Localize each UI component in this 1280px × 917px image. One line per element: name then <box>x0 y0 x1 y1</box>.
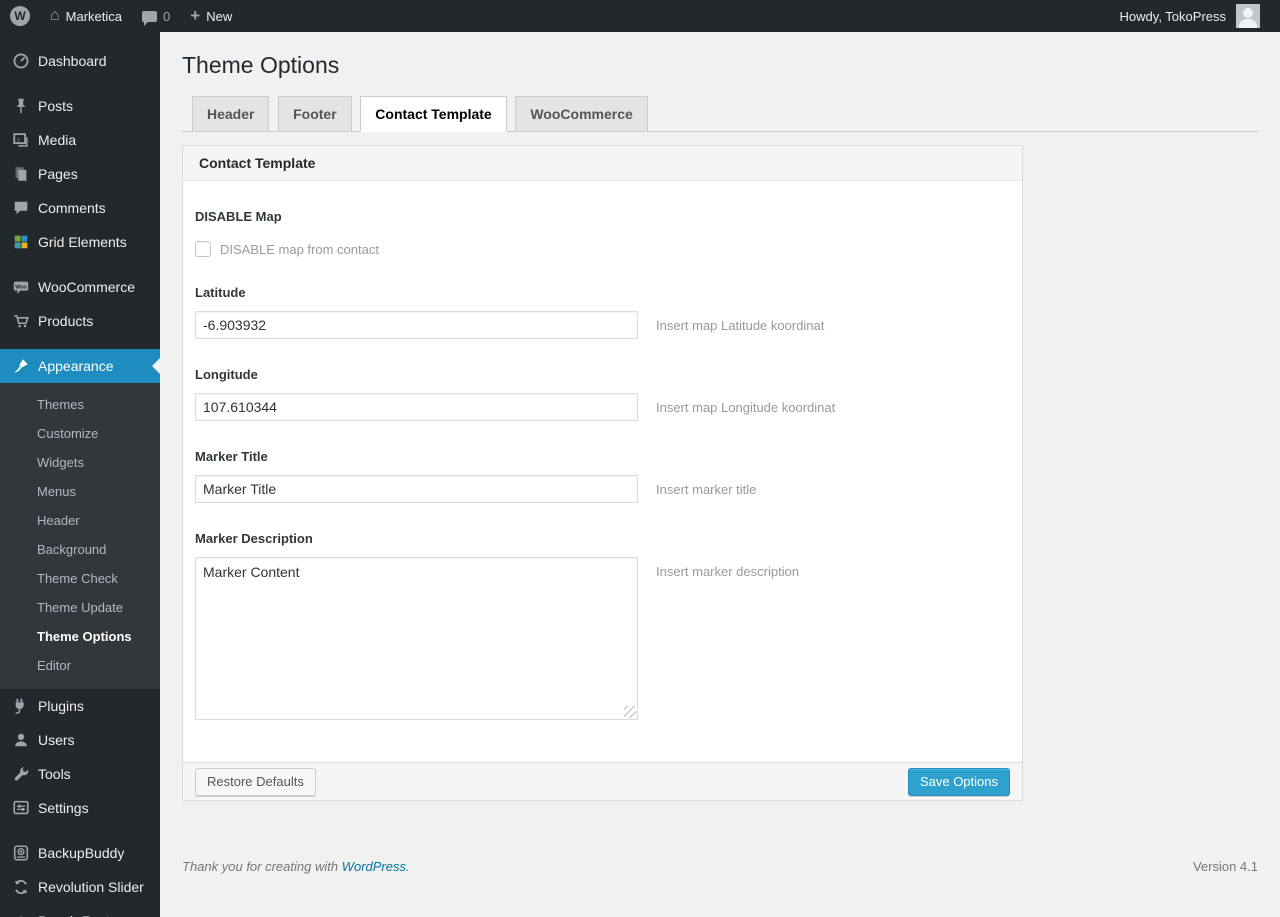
howdy-text: Howdy, TokoPress <box>1119 8 1226 24</box>
sidebar-item-appearance[interactable]: Appearance <box>0 349 160 383</box>
sidebar-item-tools[interactable]: Tools <box>0 757 160 791</box>
menu-separator <box>0 338 160 349</box>
sidebar-item-backupbuddy[interactable]: BackupBuddy <box>0 836 160 870</box>
svg-text:♪: ♪ <box>17 134 21 143</box>
page-title: Theme Options <box>182 52 340 78</box>
grid-elements-icon <box>11 232 31 252</box>
sidebar-item-plugins[interactable]: Plugins <box>0 689 160 723</box>
submenu-item-widgets[interactable]: Widgets <box>0 448 160 477</box>
comments-admin-link[interactable]: 0 <box>132 0 180 32</box>
disable-map-checkbox-label: DISABLE map from contact <box>220 241 379 257</box>
tab-footer[interactable]: Footer <box>278 96 352 132</box>
comment-icon <box>11 198 31 218</box>
footer-thanks-text: Thank you for creating with WordPress. <box>182 859 410 874</box>
brush-icon <box>11 356 31 376</box>
latitude-label: Latitude <box>195 285 246 300</box>
marker-description-description: Insert marker description <box>656 564 800 579</box>
save-options-button[interactable]: Save Options <box>907 767 1010 796</box>
submenu-item-editor[interactable]: Editor <box>0 651 160 680</box>
restore-defaults-button[interactable]: Restore Defaults <box>195 767 316 796</box>
contact-template-panel: Contact Template DISABLE Map DISABLE map… <box>182 145 1023 801</box>
submenu-item-theme-options[interactable]: Theme Options <box>0 622 160 651</box>
sidebar-item-products[interactable]: Products <box>0 304 160 338</box>
menu-separator <box>0 78 160 89</box>
backup-icon <box>11 843 31 863</box>
appearance-submenu: Themes Customize Widgets Menus Header Ba… <box>0 383 160 689</box>
latitude-description: Insert map Latitude koordinat <box>656 318 825 333</box>
sidebar-item-pages[interactable]: Pages <box>0 157 160 191</box>
submenu-item-themes[interactable]: Themes <box>0 390 160 419</box>
sidebar-item-media[interactable]: ♪ Media <box>0 123 160 157</box>
submenu-item-theme-check[interactable]: Theme Check <box>0 564 160 593</box>
plugin-icon <box>11 696 31 716</box>
sidebar-item-settings[interactable]: Settings <box>0 791 160 825</box>
disable-map-checkbox[interactable] <box>195 241 211 257</box>
latitude-input[interactable] <box>195 311 638 339</box>
comment-count: 0 <box>163 8 171 24</box>
main-content: Theme Options Header Footer Contact Temp… <box>160 0 1280 886</box>
plus-icon: + <box>190 6 201 25</box>
longitude-input[interactable] <box>195 393 638 421</box>
woocommerce-icon: Woo <box>11 277 31 297</box>
comment-bubble-icon <box>142 10 158 26</box>
sidebar-item-woocommerce[interactable]: Woo WooCommerce <box>0 270 160 304</box>
page-footer: Thank you for creating with WordPress. V… <box>182 859 1258 886</box>
marker-title-description: Insert marker title <box>656 482 757 497</box>
new-content-menu[interactable]: + New <box>180 0 242 32</box>
pushpin-icon <box>11 96 31 116</box>
submenu-item-header[interactable]: Header <box>0 506 160 535</box>
submenu-item-background[interactable]: Background <box>0 535 160 564</box>
tab-header[interactable]: Header <box>192 96 270 132</box>
wordpress-logo-icon: W <box>10 6 30 26</box>
user-avatar <box>1236 4 1260 28</box>
marker-title-input[interactable] <box>195 475 638 503</box>
sidebar-item-users[interactable]: Users <box>0 723 160 757</box>
submenu-item-customize[interactable]: Customize <box>0 419 160 448</box>
marker-description-label: Marker Description <box>195 531 313 546</box>
longitude-description: Insert map Longitude koordinat <box>656 400 836 415</box>
svg-text:Woo: Woo <box>15 284 27 290</box>
sidebar-item-grid-elements[interactable]: Grid Elements <box>0 225 160 259</box>
site-name: Marketica <box>65 8 123 24</box>
cart-icon <box>11 311 31 331</box>
submenu-item-menus[interactable]: Menus <box>0 477 160 506</box>
dashboard-icon <box>11 51 31 71</box>
marker-description-textarea[interactable]: Marker Content <box>195 557 638 720</box>
letter-a-icon: A <box>11 911 31 917</box>
sidebar-item-comments[interactable]: Comments <box>0 191 160 225</box>
panel-body: DISABLE Map DISABLE map from contact Lat… <box>183 181 1022 762</box>
submenu-item-theme-update[interactable]: Theme Update <box>0 593 160 622</box>
marker-title-label: Marker Title <box>195 449 268 464</box>
menu-separator <box>0 825 160 836</box>
new-label: New <box>206 8 233 24</box>
tab-contact-template[interactable]: Contact Template <box>360 96 507 132</box>
pages-icon <box>11 164 31 184</box>
tab-woocommerce[interactable]: WooCommerce <box>515 96 648 132</box>
wordpress-link[interactable]: WordPress <box>342 859 406 874</box>
wrench-icon <box>11 764 31 784</box>
sidebar-item-revolution-slider[interactable]: Revolution Slider <box>0 870 160 904</box>
site-name-link[interactable]: ⌂ Marketica <box>40 0 132 32</box>
account-menu[interactable]: Howdy, TokoPress <box>1110 0 1280 32</box>
admin-sidebar: Dashboard Posts ♪ Media Pages Comments G… <box>0 32 160 917</box>
sidebar-item-dashboard[interactable]: Dashboard <box>0 44 160 78</box>
wordpress-logo-menu[interactable]: W <box>0 0 40 32</box>
menu-separator <box>0 259 160 270</box>
panel-footer: Restore Defaults Save Options <box>183 762 1022 800</box>
disable-map-label: DISABLE Map <box>195 209 282 224</box>
panel-title: Contact Template <box>183 146 1022 181</box>
tab-bar: Header Footer Contact Template WooCommer… <box>182 96 1258 132</box>
version-text: Version 4.1 <box>1192 859 1258 874</box>
media-icon: ♪ <box>11 130 31 150</box>
longitude-label: Longitude <box>195 367 258 382</box>
resize-grip[interactable] <box>624 706 636 718</box>
home-icon: ⌂ <box>50 7 60 24</box>
sidebar-item-punch-fonts[interactable]: A Punch Fonts <box>0 904 160 917</box>
settings-icon <box>11 798 31 818</box>
refresh-icon <box>11 877 31 897</box>
user-icon <box>11 730 31 750</box>
sidebar-item-posts[interactable]: Posts <box>0 89 160 123</box>
admin-bar: W ⌂ Marketica 0 + New Howdy, TokoPress <box>0 0 1280 32</box>
